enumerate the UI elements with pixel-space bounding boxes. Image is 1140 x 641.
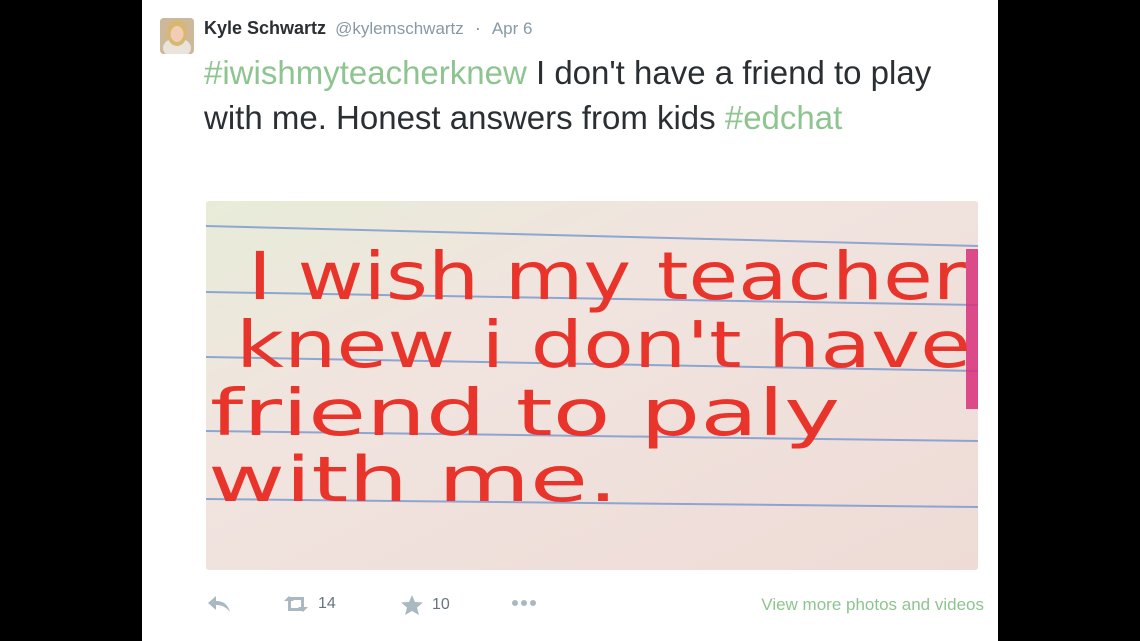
note-line-4: with me. <box>208 443 618 516</box>
favorite-count: 10 <box>432 596 450 613</box>
tweet-card: Kyle Schwartz @kylemschwartz · Apr 6 #iw… <box>142 0 998 641</box>
handwritten-note-image: I wish my teacher knew i don't have frie… <box>206 201 978 570</box>
favorite-button[interactable]: 10 <box>400 594 450 616</box>
reply-arrow-icon <box>208 596 230 612</box>
tweet-date[interactable]: Apr 6 <box>492 19 533 38</box>
hashtag-edchat[interactable]: #edchat <box>725 99 842 136</box>
avatar-image <box>160 18 194 54</box>
note-line-1: I wish my teacher <box>248 238 967 315</box>
tweet-text: #iwishmyteacherknew I don't have a frien… <box>204 50 984 140</box>
note-line-3: friend to paly <box>210 377 840 451</box>
hashtag-iwishmyteacherknew[interactable]: #iwishmyteacherknew <box>204 54 527 91</box>
ellipsis-icon <box>512 600 536 606</box>
avatar[interactable] <box>160 18 194 54</box>
author-name[interactable]: Kyle Schwartz <box>204 18 326 38</box>
more-options-button[interactable] <box>510 598 538 608</box>
view-more-media-link[interactable]: View more photos and videos <box>761 595 984 615</box>
tweet-header: Kyle Schwartz @kylemschwartz · Apr 6 <box>204 16 532 41</box>
reply-button[interactable] <box>206 594 232 614</box>
tweet-photo[interactable]: I wish my teacher knew i don't have frie… <box>206 201 978 570</box>
header-separator: · <box>474 18 481 38</box>
author-handle[interactable]: @kylemschwartz <box>335 19 464 38</box>
star-icon <box>401 595 423 615</box>
retweet-count: 14 <box>318 595 336 612</box>
retweet-icon <box>284 596 308 612</box>
screen: Kyle Schwartz @kylemschwartz · Apr 6 #iw… <box>0 0 1140 641</box>
tweet-actions: 14 10 View more photos and videos <box>204 590 984 624</box>
note-line-2: knew i don't have <box>236 309 971 383</box>
retweet-button[interactable]: 14 <box>282 594 336 614</box>
